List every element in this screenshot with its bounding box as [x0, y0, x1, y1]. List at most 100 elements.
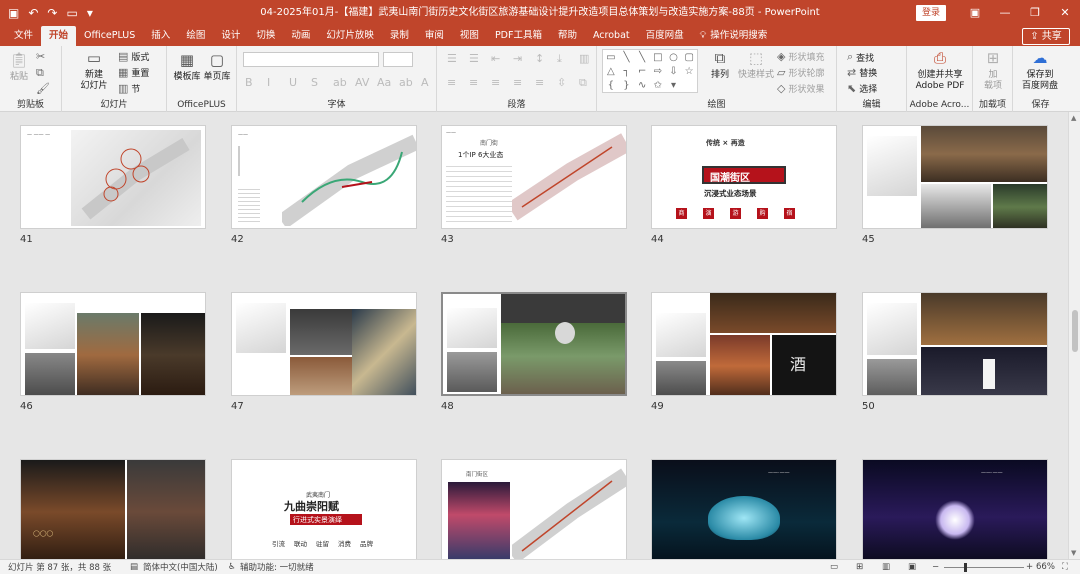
- font-name-combo[interactable]: [243, 52, 379, 67]
- format-painter-button[interactable]: 🖌︎: [36, 82, 50, 95]
- star2-shape-icon[interactable]: ✩: [654, 80, 662, 91]
- triangle-shape-icon[interactable]: △: [607, 66, 615, 77]
- share-button[interactable]: ⇪ 共享: [1022, 28, 1070, 45]
- normal-view-icon[interactable]: ▭: [830, 562, 838, 572]
- justify-icon[interactable]: ≡: [513, 76, 531, 90]
- accessibility-status[interactable]: 辅助功能: 一切就绪: [240, 561, 314, 573]
- reading-view-icon[interactable]: ▥: [882, 562, 890, 572]
- zoom-level[interactable]: 66%: [1036, 562, 1055, 572]
- present-icon[interactable]: ▭: [66, 7, 77, 19]
- tab-animations[interactable]: 动画: [283, 26, 318, 46]
- login-button[interactable]: 登录: [916, 5, 946, 21]
- tab-help[interactable]: 帮助: [550, 26, 585, 46]
- tab-file[interactable]: 文件: [6, 26, 41, 46]
- quick-styles-button[interactable]: ⬚ 快速样式: [735, 48, 777, 81]
- oval-shape-icon[interactable]: ○: [669, 52, 678, 63]
- rect-shape-icon[interactable]: □: [653, 52, 662, 63]
- scroll-thumb[interactable]: [1072, 310, 1078, 352]
- tab-baidu[interactable]: 百度网盘: [638, 26, 692, 46]
- new-slide-button[interactable]: ▭ 新建 幻灯片: [74, 48, 114, 92]
- bent-shape-icon[interactable]: ┐: [623, 66, 629, 77]
- slide-thumbnail[interactable]: — —— —: [20, 125, 206, 229]
- slide-thumbnail[interactable]: ——·——: [651, 459, 837, 559]
- numbering-icon[interactable]: ☰: [469, 52, 487, 66]
- slide-thumbnail[interactable]: ——·——: [862, 459, 1048, 559]
- case-icon[interactable]: Aa: [377, 76, 395, 89]
- zoom-in-icon[interactable]: +: [1026, 562, 1033, 572]
- redo-icon[interactable]: ↷: [47, 7, 57, 19]
- tab-transitions[interactable]: 切换: [248, 26, 283, 46]
- shape-fill-button[interactable]: ◈ 形状填充: [777, 50, 824, 63]
- undo-icon[interactable]: ↶: [28, 7, 38, 19]
- smartart-icon[interactable]: ⧉: [579, 76, 597, 90]
- save-baidu-button[interactable]: ☁ 保存到 百度网盘: [1015, 48, 1065, 92]
- textbox-shape-icon[interactable]: ▭: [606, 52, 615, 63]
- arrow-r-shape-icon[interactable]: ⇨: [654, 66, 662, 77]
- columns-icon[interactable]: ▥: [579, 52, 597, 66]
- ribbon-display-icon[interactable]: ▣: [960, 0, 990, 26]
- line2-shape-icon[interactable]: ╲: [639, 52, 645, 63]
- template-library-button[interactable]: ▦ 模板库: [173, 50, 201, 83]
- fit-window-icon[interactable]: ⛶: [1062, 562, 1068, 572]
- brace-r-shape-icon[interactable]: }: [623, 80, 629, 91]
- arrange-button[interactable]: ⧉ 排列: [703, 48, 737, 81]
- slide-thumbnail[interactable]: ——: [231, 125, 417, 229]
- slide-thumbnail[interactable]: [862, 292, 1048, 396]
- copy-button[interactable]: ⧉: [36, 66, 44, 80]
- language[interactable]: 简体中文(中国大陆): [143, 561, 218, 573]
- highlight-icon[interactable]: ab: [399, 76, 417, 89]
- shadow-icon[interactable]: ab: [333, 76, 351, 89]
- tab-view[interactable]: 视图: [452, 26, 487, 46]
- slide-thumbnail[interactable]: [441, 292, 627, 396]
- layout-button[interactable]: ▤ 版式: [118, 50, 149, 63]
- strike-icon[interactable]: S: [311, 76, 329, 89]
- slide-thumbnail[interactable]: ◯◯◯: [20, 459, 206, 559]
- roundrect-shape-icon[interactable]: ▢: [684, 52, 693, 63]
- brace-l-shape-icon[interactable]: {: [608, 80, 614, 91]
- line-spacing-icon[interactable]: ↕: [535, 52, 553, 66]
- slide-thumbnail[interactable]: [231, 292, 417, 396]
- customize-icon[interactable]: ▾: [87, 7, 93, 19]
- reset-button[interactable]: ▦ 重置: [118, 66, 149, 79]
- minimize-icon[interactable]: —: [990, 0, 1020, 26]
- paste-button[interactable]: 📋︎ 粘贴: [6, 50, 32, 83]
- tab-slideshow[interactable]: 幻灯片放映: [318, 26, 382, 46]
- tab-record[interactable]: 录制: [382, 26, 417, 46]
- tab-officeplus[interactable]: OfficePLUS: [76, 26, 143, 46]
- restore-icon[interactable]: ❐: [1020, 0, 1050, 26]
- spacing-icon[interactable]: AV: [355, 76, 373, 89]
- slide-thumbnail[interactable]: 传统 × 再造 国潮街区 沉浸式业态场景 商演游购宿: [651, 125, 837, 229]
- align-left-icon[interactable]: ≡: [447, 76, 465, 90]
- sorter-view-icon[interactable]: ⊞: [856, 562, 863, 572]
- star-shape-icon[interactable]: ☆: [685, 66, 694, 77]
- addins-button[interactable]: ⊞ 加 载项: [979, 48, 1007, 92]
- align-text-icon[interactable]: ⇳: [557, 76, 575, 90]
- slide-thumbnail[interactable]: [20, 292, 206, 396]
- close-icon[interactable]: ✕: [1050, 0, 1080, 26]
- select-button[interactable]: ⬉ 选择: [847, 82, 877, 95]
- arrow-d-shape-icon[interactable]: ⇩: [669, 66, 677, 77]
- replace-button[interactable]: ⇄ 替换: [847, 66, 877, 79]
- slide-thumbnail[interactable]: 酒: [651, 292, 837, 396]
- underline-icon[interactable]: U: [289, 76, 307, 89]
- shape-outline-button[interactable]: ▱ 形状轮廓: [777, 66, 824, 79]
- save-icon[interactable]: ▣: [8, 7, 19, 19]
- slide-thumbnail[interactable]: 武夷南门 九曲崇阳赋 行进式实景演绎 引流 联动 驻留 消费 品牌: [231, 459, 417, 559]
- line-shape-icon[interactable]: ╲: [623, 52, 629, 63]
- bullets-icon[interactable]: ☰: [447, 52, 465, 66]
- tab-design[interactable]: 设计: [213, 26, 248, 46]
- shape-effect-button[interactable]: ◇ 形状效果: [777, 82, 824, 95]
- connector-shape-icon[interactable]: ⌐: [638, 66, 646, 77]
- align-right-icon[interactable]: ≡: [491, 76, 509, 90]
- zoom-slider-handle[interactable]: [964, 563, 967, 572]
- vertical-scrollbar[interactable]: ▲ ▼: [1068, 112, 1080, 559]
- slideshow-view-icon[interactable]: ▣: [908, 562, 916, 572]
- align-center-icon[interactable]: ≡: [469, 76, 487, 90]
- scroll-up-icon[interactable]: ▲: [1071, 114, 1076, 122]
- tab-review[interactable]: 审阅: [417, 26, 452, 46]
- tab-home[interactable]: 开始: [41, 26, 77, 46]
- font-size-combo[interactable]: [383, 52, 413, 67]
- italic-icon[interactable]: I: [267, 76, 285, 89]
- tab-draw[interactable]: 绘图: [178, 26, 213, 46]
- slide-thumbnail[interactable]: 南门街区: [441, 459, 627, 559]
